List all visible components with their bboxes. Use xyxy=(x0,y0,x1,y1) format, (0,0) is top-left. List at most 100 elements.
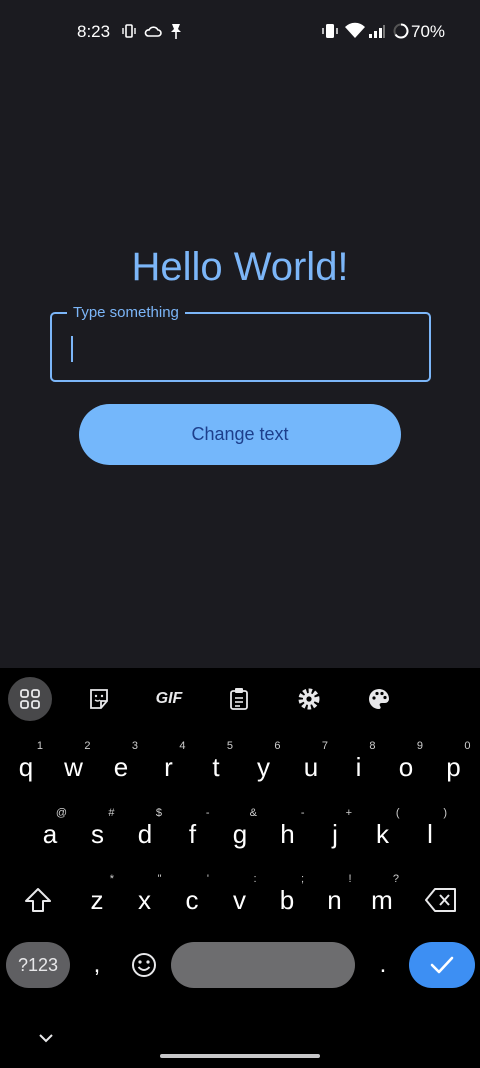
key-label: f xyxy=(188,818,197,849)
key-j[interactable]: j + xyxy=(312,805,358,863)
key-label: z xyxy=(90,884,104,915)
key-c[interactable]: c ' xyxy=(169,871,215,929)
keyboard-toolbar: GIF xyxy=(0,668,480,730)
shift-key[interactable] xyxy=(13,871,63,929)
pin-icon xyxy=(171,24,181,39)
key-hint: ' xyxy=(206,873,209,885)
key-hint: & xyxy=(249,807,257,819)
key-k[interactable]: k( xyxy=(360,805,406,863)
key-hint: + xyxy=(345,807,352,819)
key-label: h xyxy=(280,818,295,849)
key-hint: ! xyxy=(348,873,352,885)
status-time: 8:23 xyxy=(77,22,111,41)
emoji-key[interactable] xyxy=(124,942,164,988)
key-hint: 7 xyxy=(321,740,328,752)
key-hint: ? xyxy=(392,873,399,885)
gif-label: GIF xyxy=(155,690,183,707)
key-hint: @ xyxy=(55,807,67,819)
key-m[interactable]: m? xyxy=(359,871,405,929)
change-text-button[interactable]: Change text xyxy=(79,404,401,465)
key-n[interactable]: n! xyxy=(312,871,358,929)
key-label: n xyxy=(327,884,342,915)
key-s[interactable]: s # xyxy=(75,805,121,863)
key-label: c xyxy=(185,884,199,915)
key-i[interactable]: i8 xyxy=(336,738,382,796)
key-d[interactable]: d $ xyxy=(122,805,168,863)
hello-title: Hello World! xyxy=(131,245,349,289)
key-hint: - xyxy=(300,807,305,819)
key-r[interactable]: r4 xyxy=(146,738,192,796)
comma-key[interactable]: , xyxy=(82,942,112,988)
checkmark-icon xyxy=(430,956,454,974)
app-content: Hello World! Type something Change text xyxy=(0,62,480,668)
hide-keyboard-button[interactable] xyxy=(34,1026,58,1050)
key-hint: 2 xyxy=(84,740,91,752)
enter-key[interactable] xyxy=(409,942,475,988)
key-p[interactable]: p0 xyxy=(431,738,477,796)
key-w[interactable]: w2 xyxy=(51,738,97,796)
key-label: p xyxy=(446,751,461,782)
key-z[interactable]: z * xyxy=(74,871,120,929)
key-hint: * xyxy=(109,873,114,885)
key-hint: # xyxy=(108,807,115,819)
key-hint: 9 xyxy=(416,740,423,752)
key-hint: " xyxy=(157,873,162,885)
key-v[interactable]: v: xyxy=(217,871,263,929)
gesture-nav-bar[interactable] xyxy=(160,1054,320,1058)
palette-icon[interactable] xyxy=(357,677,401,721)
period-key[interactable]: . xyxy=(368,942,398,988)
key-x[interactable]: x " xyxy=(122,871,168,929)
space-key[interactable] xyxy=(171,942,355,988)
key-label: i xyxy=(355,751,362,782)
key-label: o xyxy=(398,751,414,782)
key-label: b xyxy=(279,884,295,915)
backspace-key[interactable] xyxy=(416,871,466,929)
key-label: u xyxy=(303,751,319,782)
key-hint: 8 xyxy=(369,740,376,752)
signal-icon xyxy=(369,25,385,38)
key-label: a xyxy=(42,818,58,849)
sticker-icon[interactable] xyxy=(77,677,121,721)
apps-grid-icon[interactable] xyxy=(8,677,52,721)
key-a[interactable]: a @ xyxy=(27,805,73,863)
key-label: l xyxy=(427,818,433,849)
gif-button[interactable]: GIF xyxy=(147,677,191,721)
shift-icon xyxy=(25,888,51,912)
key-label: v xyxy=(233,884,246,915)
key-f[interactable]: f- xyxy=(170,805,216,863)
key-h[interactable]: h- xyxy=(265,805,311,863)
key-hint: 4 xyxy=(179,740,186,752)
key-hint: 0 xyxy=(464,740,471,752)
key-q[interactable]: q1 xyxy=(3,738,49,796)
keyboard: GIF q1w2e3r4t5y6u7 i 8 o 9 p 0 a @ s # d… xyxy=(0,668,480,1068)
symbols-key[interactable]: ?123 xyxy=(6,942,70,988)
key-t[interactable]: t5 xyxy=(193,738,239,796)
key-hint: ( xyxy=(395,807,400,819)
settings-icon[interactable] xyxy=(287,677,331,721)
vibrate-mode-icon xyxy=(322,24,338,38)
key-y[interactable]: y6 xyxy=(241,738,287,796)
key-label: y xyxy=(257,751,270,782)
key-label: m xyxy=(371,884,393,915)
key-label: s xyxy=(91,818,104,849)
battery-percentage: 70% xyxy=(411,22,446,41)
key-label: x xyxy=(138,884,151,915)
key-hint: 6 xyxy=(274,740,281,752)
key-label: g xyxy=(232,818,248,849)
key-g[interactable]: g & xyxy=(217,805,263,863)
key-l[interactable]: l) xyxy=(407,805,453,863)
text-input-field[interactable]: Type something xyxy=(50,305,431,382)
key-hint: 1 xyxy=(36,740,43,752)
text-input-label: Type something xyxy=(67,305,185,321)
key-label: j xyxy=(332,818,338,849)
key-u[interactable]: u7 xyxy=(288,738,334,796)
status-bar: 8:23 70% xyxy=(0,0,480,62)
key-hint: - xyxy=(205,807,210,819)
key-hint: $ xyxy=(155,807,162,819)
key-e[interactable]: e3 xyxy=(98,738,144,796)
key-b[interactable]: b; xyxy=(264,871,310,929)
clipboard-icon[interactable] xyxy=(217,677,261,721)
wifi-icon xyxy=(345,22,365,38)
key-o[interactable]: o9 xyxy=(383,738,429,796)
key-label: w xyxy=(64,751,83,782)
